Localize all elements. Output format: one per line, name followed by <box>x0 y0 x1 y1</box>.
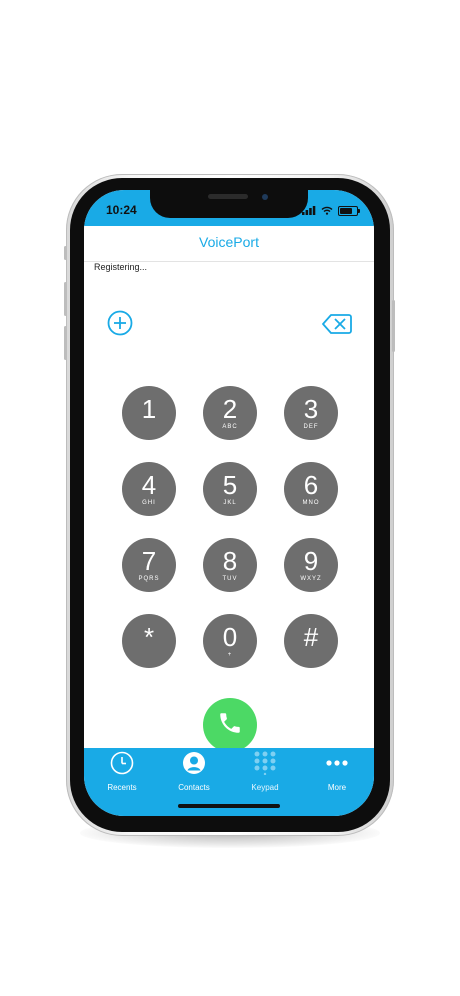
key-letters: ABC <box>222 423 238 430</box>
tab-label: Contacts <box>178 783 210 792</box>
key-digit: 7 <box>141 545 157 576</box>
tab-more[interactable]: More <box>302 751 372 793</box>
tab-label: Recents <box>107 783 137 792</box>
key-9[interactable]: 9 WXYZ <box>284 538 338 592</box>
backspace-icon <box>322 313 352 340</box>
key-1[interactable]: 1 <box>122 386 176 440</box>
plus-circle-icon <box>107 310 133 341</box>
notch <box>150 190 308 218</box>
phone-icon <box>217 710 243 741</box>
key-letters: + <box>227 651 233 658</box>
clock-icon <box>110 751 134 780</box>
key-0[interactable]: 0 + <box>203 614 257 668</box>
key-7[interactable]: 7 PQRS <box>122 538 176 592</box>
key-digit: * <box>143 621 155 652</box>
key-digit: # <box>303 621 319 652</box>
key-star[interactable]: * <box>122 614 176 668</box>
phone-screen: 10:24 VoicePort Registering... 1 2 ABC 3… <box>84 190 374 816</box>
key-digit: 3 <box>303 393 319 424</box>
tab-label: More <box>327 783 347 792</box>
key-digit: 8 <box>222 545 238 576</box>
volume-up-button <box>64 282 67 316</box>
key-letters: TUV <box>222 575 238 582</box>
app-title: VoicePort <box>199 234 259 250</box>
tab-contacts[interactable]: Contacts <box>159 751 229 793</box>
status-time: 10:24 <box>106 203 137 217</box>
key-letters: GHI <box>142 499 156 506</box>
side-button <box>64 246 67 260</box>
keypad: 1 2 ABC 3 DEF 4 GHI 5 JKL 6 MNO 7 PQRS 8 TUV 9W… <box>120 384 340 668</box>
person-icon <box>182 751 206 780</box>
status-bar: 10:24 <box>84 190 374 226</box>
key-digit: 5 <box>222 469 238 500</box>
camera <box>262 194 268 200</box>
key-letters: PQRS <box>138 575 160 582</box>
key-hash[interactable]: # <box>284 614 338 668</box>
key-4[interactable]: 4 GHI <box>122 462 176 516</box>
key-2[interactable]: 2 ABC <box>203 386 257 440</box>
app-header: VoicePort <box>84 226 374 262</box>
add-contact-button[interactable] <box>106 310 134 341</box>
tab-label: Keypad <box>251 783 279 792</box>
key-letters: DEF <box>303 423 319 430</box>
key-digit: 1 <box>141 393 157 424</box>
speaker <box>208 194 248 199</box>
wifi-icon <box>321 202 333 220</box>
key-letters: JKL <box>223 499 237 506</box>
key-digit: 9 <box>303 545 319 576</box>
key-digit: 4 <box>141 469 157 500</box>
registration-status: Registering... <box>94 262 148 272</box>
key-letters: MNO <box>302 499 320 506</box>
call-button[interactable] <box>203 698 257 752</box>
key-3[interactable]: 3 DEF <box>284 386 338 440</box>
key-8[interactable]: 8 TUV <box>203 538 257 592</box>
tab-recents[interactable]: Recents <box>87 751 157 793</box>
power-button <box>392 300 395 352</box>
keypad-icon <box>253 751 277 780</box>
key-digit: 0 <box>222 621 238 652</box>
key-digit: 2 <box>222 393 238 424</box>
key-digit: 6 <box>303 469 319 500</box>
volume-down-button <box>64 326 67 360</box>
key-5[interactable]: 5 JKL <box>203 462 257 516</box>
tab-keypad[interactable]: Keypad <box>230 751 300 793</box>
status-icons <box>302 202 360 220</box>
key-6[interactable]: 6 MNO <box>284 462 338 516</box>
key-letters: WXYZ <box>300 575 322 582</box>
signal-icon <box>302 202 316 220</box>
battery-icon <box>338 206 360 216</box>
ellipsis-icon <box>325 751 349 780</box>
backspace-button[interactable] <box>320 313 354 339</box>
home-indicator[interactable] <box>178 804 280 808</box>
tab-bar: Recents Contacts Keypad More <box>84 748 374 816</box>
